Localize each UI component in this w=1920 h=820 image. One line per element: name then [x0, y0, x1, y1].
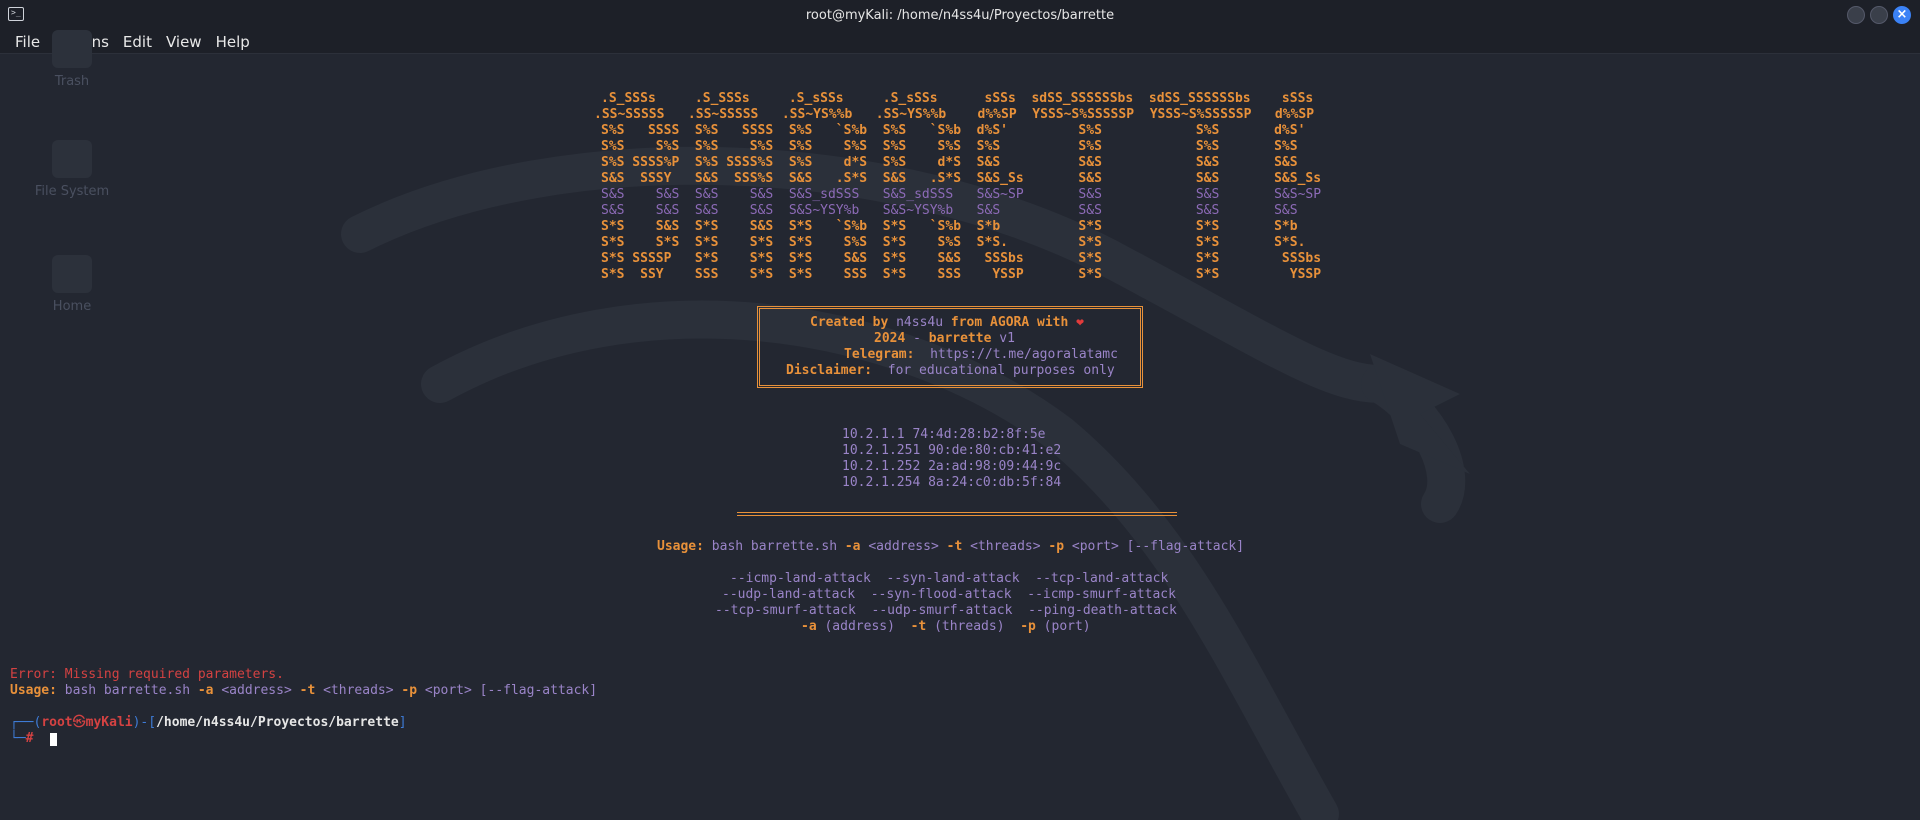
year-separator: -: [905, 331, 929, 346]
option-desc-a: (address): [824, 619, 895, 634]
banner-line: S&S S&S S&S S&S S&S~YSY%b S&S~YSY%b S&S …: [601, 203, 1298, 218]
prompt-user: root: [41, 715, 73, 730]
usage-flag-p: -p: [1048, 539, 1065, 554]
usage-flag-a: -a: [844, 539, 861, 554]
info-telegram-line: Telegram: https://t.me/agoralatamc: [844, 347, 1118, 363]
usage-arg-flag: [--flag-attack]: [1126, 539, 1245, 554]
disclaimer-text: for educational purposes only: [887, 363, 1115, 378]
banner-line: S%S SSSS S%S SSSS S%S `S%b S%S `S%b d%S'…: [601, 123, 1306, 138]
error-message: Error: Missing required parameters.: [10, 667, 284, 682]
banner-line: S&S SSSY S&S SSS%S S&S .S*S S&S .S*S S&S…: [601, 171, 1322, 186]
telegram-link[interactable]: https://t.me/agoralatamc: [930, 347, 1118, 362]
usage-arg-a: <address>: [221, 683, 292, 698]
menu-bar: File Actions Edit View Help: [0, 30, 1920, 54]
attack-flags-row: --udp-land-attack --syn-flood-attack --i…: [722, 587, 1176, 602]
maximize-button[interactable]: [1870, 6, 1888, 24]
error-usage-line: Usage: bash barrette.sh -a <address> -t …: [10, 683, 597, 699]
author-name: n4ss4u: [896, 315, 944, 330]
usage-flag-p: -p: [401, 683, 418, 698]
terminal-icon: >_: [8, 7, 24, 21]
shell-prompt-top: ┌──(root㉿myKali)-[/home/n4ss4u/Proyectos…: [10, 715, 407, 731]
info-version-line: 2024 - barrette v1: [874, 331, 1015, 347]
banner-line: S*S S*S S*S S*S S*S S%S S*S S%S S*S. S*S…: [601, 235, 1306, 250]
usage-cmd: bash barrette.sh: [64, 683, 191, 698]
heart-icon: ❤: [1076, 315, 1084, 330]
info-disclaimer-line: Disclaimer: for educational purposes onl…: [786, 363, 1115, 379]
host-entry: 10.2.1.1 74:4d:28:b2:8f:5e: [842, 427, 1046, 442]
host-entry: 10.2.1.254 8a:24:c0:db:5f:84: [842, 475, 1062, 490]
tool-version: v1: [999, 331, 1015, 346]
prompt-path: /home/n4ss4u/Proyectos/barrette: [156, 715, 399, 730]
window-titlebar[interactable]: >_ root@myKali: /home/n4ss4u/Proyectos/b…: [0, 0, 1920, 30]
usage-label: Usage:: [10, 683, 57, 698]
option-desc-t: (threads): [934, 619, 1005, 634]
options-row: -a (address) -t (threads) -p (port): [801, 619, 1091, 635]
prompt-host: myKali: [85, 715, 133, 730]
banner-line: S%S S%S S%S S%S S%S S%S S%S S%S S%S S%S …: [601, 139, 1298, 154]
attack-flags-row: --tcp-smurf-attack --udp-smurf-attack --…: [715, 603, 1177, 618]
usage-arg-t: <threads>: [323, 683, 394, 698]
banner-line: S*S SSSSP S*S S*S S*S S&S S*S S&S SSSbs …: [601, 251, 1322, 266]
banner-line: .SS~SSSSS .SS~SSSSS .SS~YS%%b .SS~YS%%b …: [594, 107, 1315, 122]
prompt-at: ㉿: [72, 715, 86, 730]
info-created-line: Created by n4ss4u from AGORA with ❤: [810, 315, 1084, 331]
option-flag-a: -a: [801, 619, 817, 634]
menu-edit[interactable]: Edit: [116, 33, 159, 51]
shell-prompt-bottom: └─#: [10, 731, 33, 747]
usage-arg-p: <port>: [424, 683, 472, 698]
usage-arg-p: <port>: [1071, 539, 1119, 554]
attack-flags-row: --icmp-land-attack --syn-land-attack --t…: [730, 571, 1169, 586]
tool-name: barrette: [928, 331, 992, 346]
disclaimer-label: Disclaimer:: [786, 363, 873, 378]
divider-line: [737, 512, 1177, 516]
minimize-button[interactable]: [1847, 6, 1865, 24]
host-entry: 10.2.1.251 90:de:80:cb:41:e2: [842, 443, 1062, 458]
option-flag-t: -t: [910, 619, 927, 634]
usage-flag-a: -a: [197, 683, 214, 698]
telegram-label: Telegram:: [844, 347, 915, 362]
prompt-symbol: #: [25, 731, 34, 746]
option-desc-p: (port): [1043, 619, 1091, 634]
menu-view[interactable]: View: [159, 33, 209, 51]
usage-cmd: bash barrette.sh: [711, 539, 838, 554]
banner-line: .S_SSSs .S_SSSs .S_sSSs .S_sSSs sSSs sdS…: [601, 91, 1314, 106]
usage-line: Usage: bash barrette.sh -a <address> -t …: [657, 539, 1244, 555]
banner-line: S&S S&S S&S S&S S&S_sdSSS S&S_sdSSS S&S~…: [601, 187, 1322, 202]
prompt-corner-bottom: └─: [10, 731, 26, 746]
usage-arg-t: <threads>: [970, 539, 1041, 554]
banner-line: S*S S&S S*S S&S S*S `S%b S*S `S%b S*b S*…: [601, 219, 1298, 234]
option-flag-p: -p: [1020, 619, 1036, 634]
banner-line: S%S SSSS%P S%S SSSS%S S%S d*S S%S d*S S&…: [601, 155, 1298, 170]
window-title: root@myKali: /home/n4ss4u/Proyectos/barr…: [805, 7, 1115, 23]
terminal-output[interactable]: .S_SSSs .S_SSSs .S_sSSs .S_sSSs sSSs sdS…: [0, 54, 1920, 820]
year-label: 2024: [874, 331, 906, 346]
prompt-close-bracket: ]: [398, 715, 407, 730]
usage-arg-flag: [--flag-attack]: [479, 683, 598, 698]
menu-help[interactable]: Help: [209, 33, 257, 51]
banner-line: S*S SSY SSS S*S S*S SSS S*S SSS YSSP S*S…: [601, 267, 1322, 282]
prompt-corner-top: ┌──(: [10, 715, 42, 730]
created-label: Created by: [810, 315, 889, 330]
usage-arg-a: <address>: [868, 539, 939, 554]
usage-flag-t: -t: [946, 539, 963, 554]
usage-flag-t: -t: [299, 683, 316, 698]
terminal-cursor[interactable]: [50, 733, 57, 746]
from-label: from AGORA with: [950, 315, 1069, 330]
prompt-separator: )-[: [132, 715, 157, 730]
usage-label: Usage:: [657, 539, 704, 554]
host-entry: 10.2.1.252 2a:ad:98:09:44:9c: [842, 459, 1062, 474]
close-button[interactable]: ×: [1893, 6, 1911, 24]
